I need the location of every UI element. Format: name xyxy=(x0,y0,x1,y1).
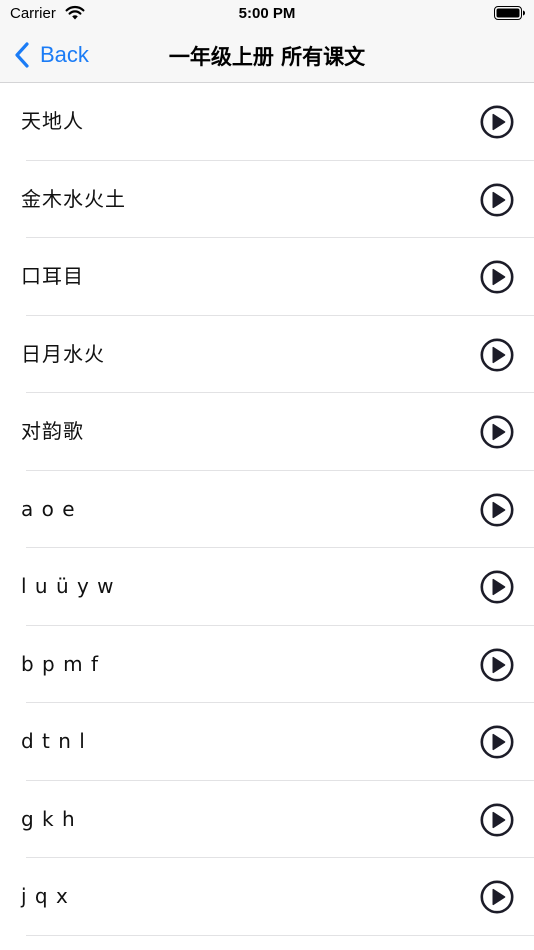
lesson-title: j q x xyxy=(21,884,69,908)
play-circle-icon[interactable] xyxy=(480,648,514,682)
play-circle-icon[interactable] xyxy=(480,105,514,139)
play-circle-icon[interactable] xyxy=(480,493,514,527)
lesson-row[interactable]: 金木水火土 xyxy=(0,161,534,239)
play-circle-icon[interactable] xyxy=(480,338,514,372)
page-title: 一年级上册 所有课文 xyxy=(168,45,366,69)
lesson-row[interactable]: b p m f xyxy=(0,626,534,704)
lesson-title: 对韵歌 xyxy=(21,419,84,443)
lesson-title: 金木水火土 xyxy=(21,186,126,211)
play-circle-icon[interactable] xyxy=(480,803,514,837)
lesson-row[interactable]: d t n l xyxy=(0,703,534,781)
play-circle-icon[interactable] xyxy=(480,260,514,294)
lesson-title: b p m f xyxy=(21,651,99,676)
lesson-row[interactable]: 对韵歌 xyxy=(0,393,534,471)
lesson-title: g k h xyxy=(21,806,76,831)
play-circle-icon[interactable] xyxy=(480,570,514,604)
lesson-title: 日月水火 xyxy=(21,341,105,366)
play-circle-icon[interactable] xyxy=(480,880,514,914)
lesson-row[interactable]: l u ü y w xyxy=(0,548,534,626)
lesson-row[interactable]: 日月水火 xyxy=(0,316,534,394)
battery-icon xyxy=(494,6,525,20)
lesson-row[interactable]: g k h xyxy=(0,781,534,859)
status-time: 5:00 PM xyxy=(238,5,296,22)
play-circle-icon[interactable] xyxy=(480,725,514,759)
play-circle-icon[interactable] xyxy=(480,183,514,217)
lesson-title: a o e xyxy=(21,496,76,521)
lesson-row[interactable]: 口耳目 xyxy=(0,238,534,316)
lesson-row[interactable]: j q x xyxy=(0,858,534,936)
lesson-title: d t n l xyxy=(21,729,86,753)
play-circle-icon[interactable] xyxy=(480,415,514,449)
lesson-title: 天地人 xyxy=(21,109,84,133)
navigation-bar: Back 一年级上册 所有课文 xyxy=(0,28,534,83)
lesson-row[interactable]: 天地人 xyxy=(0,83,534,161)
lesson-row[interactable]: a o e xyxy=(0,471,534,549)
status-bar: Carrier 5:00 PM xyxy=(0,0,534,28)
lesson-title: 口耳目 xyxy=(21,264,84,288)
lesson-list: 天地人金木水火土口耳目日月水火对韵歌 a o e l u ü y w b p m f d… xyxy=(0,83,534,936)
lesson-title: l u ü y w xyxy=(21,574,115,598)
